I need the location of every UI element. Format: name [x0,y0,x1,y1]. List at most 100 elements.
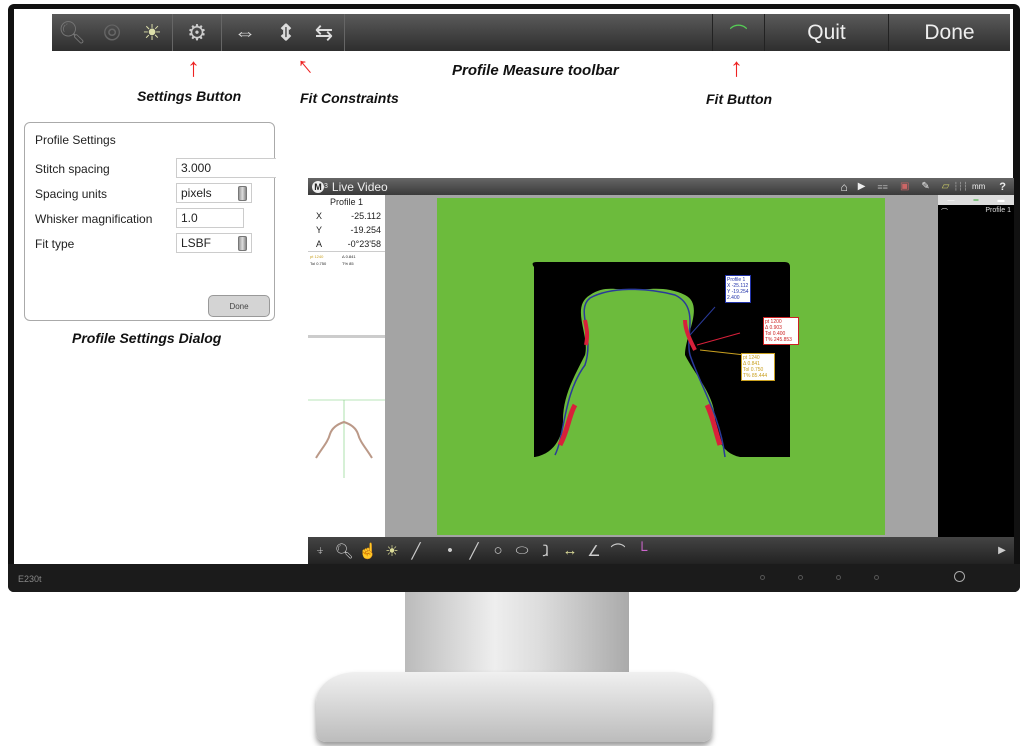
feature-list-item[interactable]: ⌒ Profile 1 [938,205,1014,219]
flip-constraint-icon[interactable]: ⇆ [304,14,344,51]
toolbar-annotation: Profile Measure toolbar [452,62,619,79]
quit-button[interactable]: Quit [764,14,888,51]
vertical-constraint-icon[interactable]: ⇕ [268,14,304,51]
readout-value: -0°23'58 [347,239,381,249]
profile-tag[interactable]: Profile 1X -25.112 Y -19.254 2.400 [725,275,751,303]
window-title: Live Video [331,179,388,194]
distance-icon[interactable]: ↔ [558,542,582,559]
horizontal-constraint-icon[interactable]: ⇔ [222,14,268,51]
dialog-title: Profile Settings [35,133,116,147]
probe-icon[interactable]: ✎ [921,181,929,192]
readout-label: Y [316,225,323,235]
light-icon[interactable]: ☀ [380,542,404,560]
settings-button-annotation: Settings Button [137,88,242,104]
point-tag-1240[interactable]: pt 1240 Δ 0.841 Tol 0.750 T% 85.444 [741,353,775,381]
slot-icon[interactable]: ⬭ [510,542,534,559]
monitor-button[interactable] [760,575,765,580]
profile-measure-toolbar: 🔍︎ ⦾ ☀ ⚙ ⇔ ⇕ ⇆ ⌒ Quit Done [52,14,1010,51]
readout-title: Profile 1 [329,197,364,207]
m3-logo-sup: 3 [324,183,328,190]
zoom-icon[interactable]: 🔍︎ [52,14,92,51]
ruler-icon: ┆┆┆ [953,182,968,191]
readout-label: X [316,211,323,221]
monitor-button[interactable] [798,575,803,580]
pen-icon[interactable]: ╱ [404,542,428,560]
circle-icon[interactable]: ○ [486,542,510,559]
dropdown-knob-icon [238,236,247,251]
readout-row-x: X -25.112 [308,207,385,221]
monitor-chin [8,564,1020,592]
thumbnail-profile-shape [308,399,385,478]
arrow-icon: ↑ [187,52,200,82]
spacing-units-value: pixels [181,186,212,200]
done-button[interactable]: Done [888,14,1010,51]
dropdown-knob-icon [238,186,247,201]
fit-type-select[interactable]: LSBF [176,233,252,253]
arrow-icon: ↑ [730,52,743,82]
profile-icon[interactable]: ⱹ [534,542,558,560]
delta-label: Δ 0.841 [342,254,356,259]
readout-row-y: Y -19.254 [308,221,385,235]
image-icon[interactable]: ▣ [900,181,909,192]
light-icon[interactable]: ☀ [132,14,172,51]
expand-arrow-icon[interactable]: ▶ [990,545,1014,556]
hand-icon[interactable]: ☝ [356,542,380,560]
m3-logo: M [312,180,324,193]
zoom-icon[interactable]: 🔍︎ [332,542,356,560]
profile-thumbnail[interactable] [308,335,385,537]
spacing-units-select[interactable]: pixels [176,183,252,203]
monitor-model: E230t [18,574,42,584]
stitch-spacing-label: Stitch spacing [35,162,110,176]
readout-value: -25.112 [351,211,381,221]
fit-button-annotation: Fit Button [706,91,773,107]
measurement-readout: Profile 1 X -25.112 Y -19.254 A -0°23'58 pt… [308,195,385,335]
fit-view-icon[interactable]: ⦾ [92,14,132,51]
grid-icon[interactable]: ≡≡ [877,182,888,192]
help-icon[interactable]: ? [999,181,1006,193]
monitor-stand-neck [405,592,629,676]
stitch-spacing-input[interactable]: 3.000 [176,158,276,178]
dialog-annotation: Profile Settings Dialog [72,330,222,346]
live-video-window: M 3 Live Video ⌂ ▶ ≡≡ ▣ ✎ ▱ ┆┆┆ mm ? Pro… [308,178,1014,564]
readout-row-a: A -0°23'58 [308,235,385,252]
whisker-magnification-label: Whisker magnification [35,212,153,226]
feature-list-panel: — ═ ▬ ⌒ Profile 1 [938,195,1014,537]
dialog-done-button[interactable]: Done [208,295,270,317]
video-icon[interactable]: ▶ [858,181,866,192]
divider [344,14,345,51]
point-tag-1200[interactable]: pt 1200 Δ 0.903 Tol 0.400 T% 245.853 [763,317,799,345]
arc-icon[interactable]: ⌒ [606,540,630,561]
whisker-magnification-input[interactable]: 1.0 [176,208,244,228]
spacing-units-label: Spacing units [35,187,108,201]
crosshair-icon[interactable]: ⍖ [308,542,332,559]
camera-image [437,198,885,535]
point-icon[interactable]: • [438,542,462,559]
monitor-button[interactable] [836,575,841,580]
origin-icon[interactable]: └ [630,542,654,559]
feature-list-tabs[interactable]: — ═ ▬ [938,195,1014,205]
point-label: pt 1240 [310,254,324,259]
angle-icon[interactable]: ∠ [582,542,606,560]
tolerance-percent-label: T% 85 [342,261,354,266]
power-button[interactable] [954,571,965,582]
settings-icon[interactable]: ⚙ [173,14,221,51]
live-video-titlebar: M 3 Live Video ⌂ ▶ ≡≡ ▣ ✎ ▱ ┆┆┆ mm ? [308,178,1014,195]
measure-tools-toolbar: ⍖ 🔍︎ ☝ ☀ ╱ • ╱ ○ ⬭ ⱹ ↔ ∠ ⌒ └ ▶ [308,537,1014,564]
monitor-button[interactable] [874,575,879,580]
readout-value: -19.254 [350,225,381,235]
line-icon[interactable]: ╱ [462,542,486,560]
camera-view[interactable]: Profile 1X -25.112 Y -19.254 2.400 pt 1200… [385,195,938,537]
stage-icon[interactable]: ▱ [942,181,950,192]
fit-type-value: LSBF [181,236,212,250]
profile-settings-dialog: Profile Settings Stitch spacing 3.000 Sp… [24,122,276,321]
feature-name: Profile 1 [985,207,1011,214]
readout-label: A [316,239,323,249]
fit-icon[interactable]: ⌒ [712,14,764,51]
units-label[interactable]: mm [972,182,985,191]
arc-icon: ⌒ [941,209,948,216]
fit-constraints-annotation: Fit Constraints [300,90,399,106]
monitor-stand-base [316,672,712,742]
home-icon[interactable]: ⌂ [840,180,847,194]
fit-type-label: Fit type [35,237,75,251]
tolerance-label: Tol 0.750 [310,261,327,266]
